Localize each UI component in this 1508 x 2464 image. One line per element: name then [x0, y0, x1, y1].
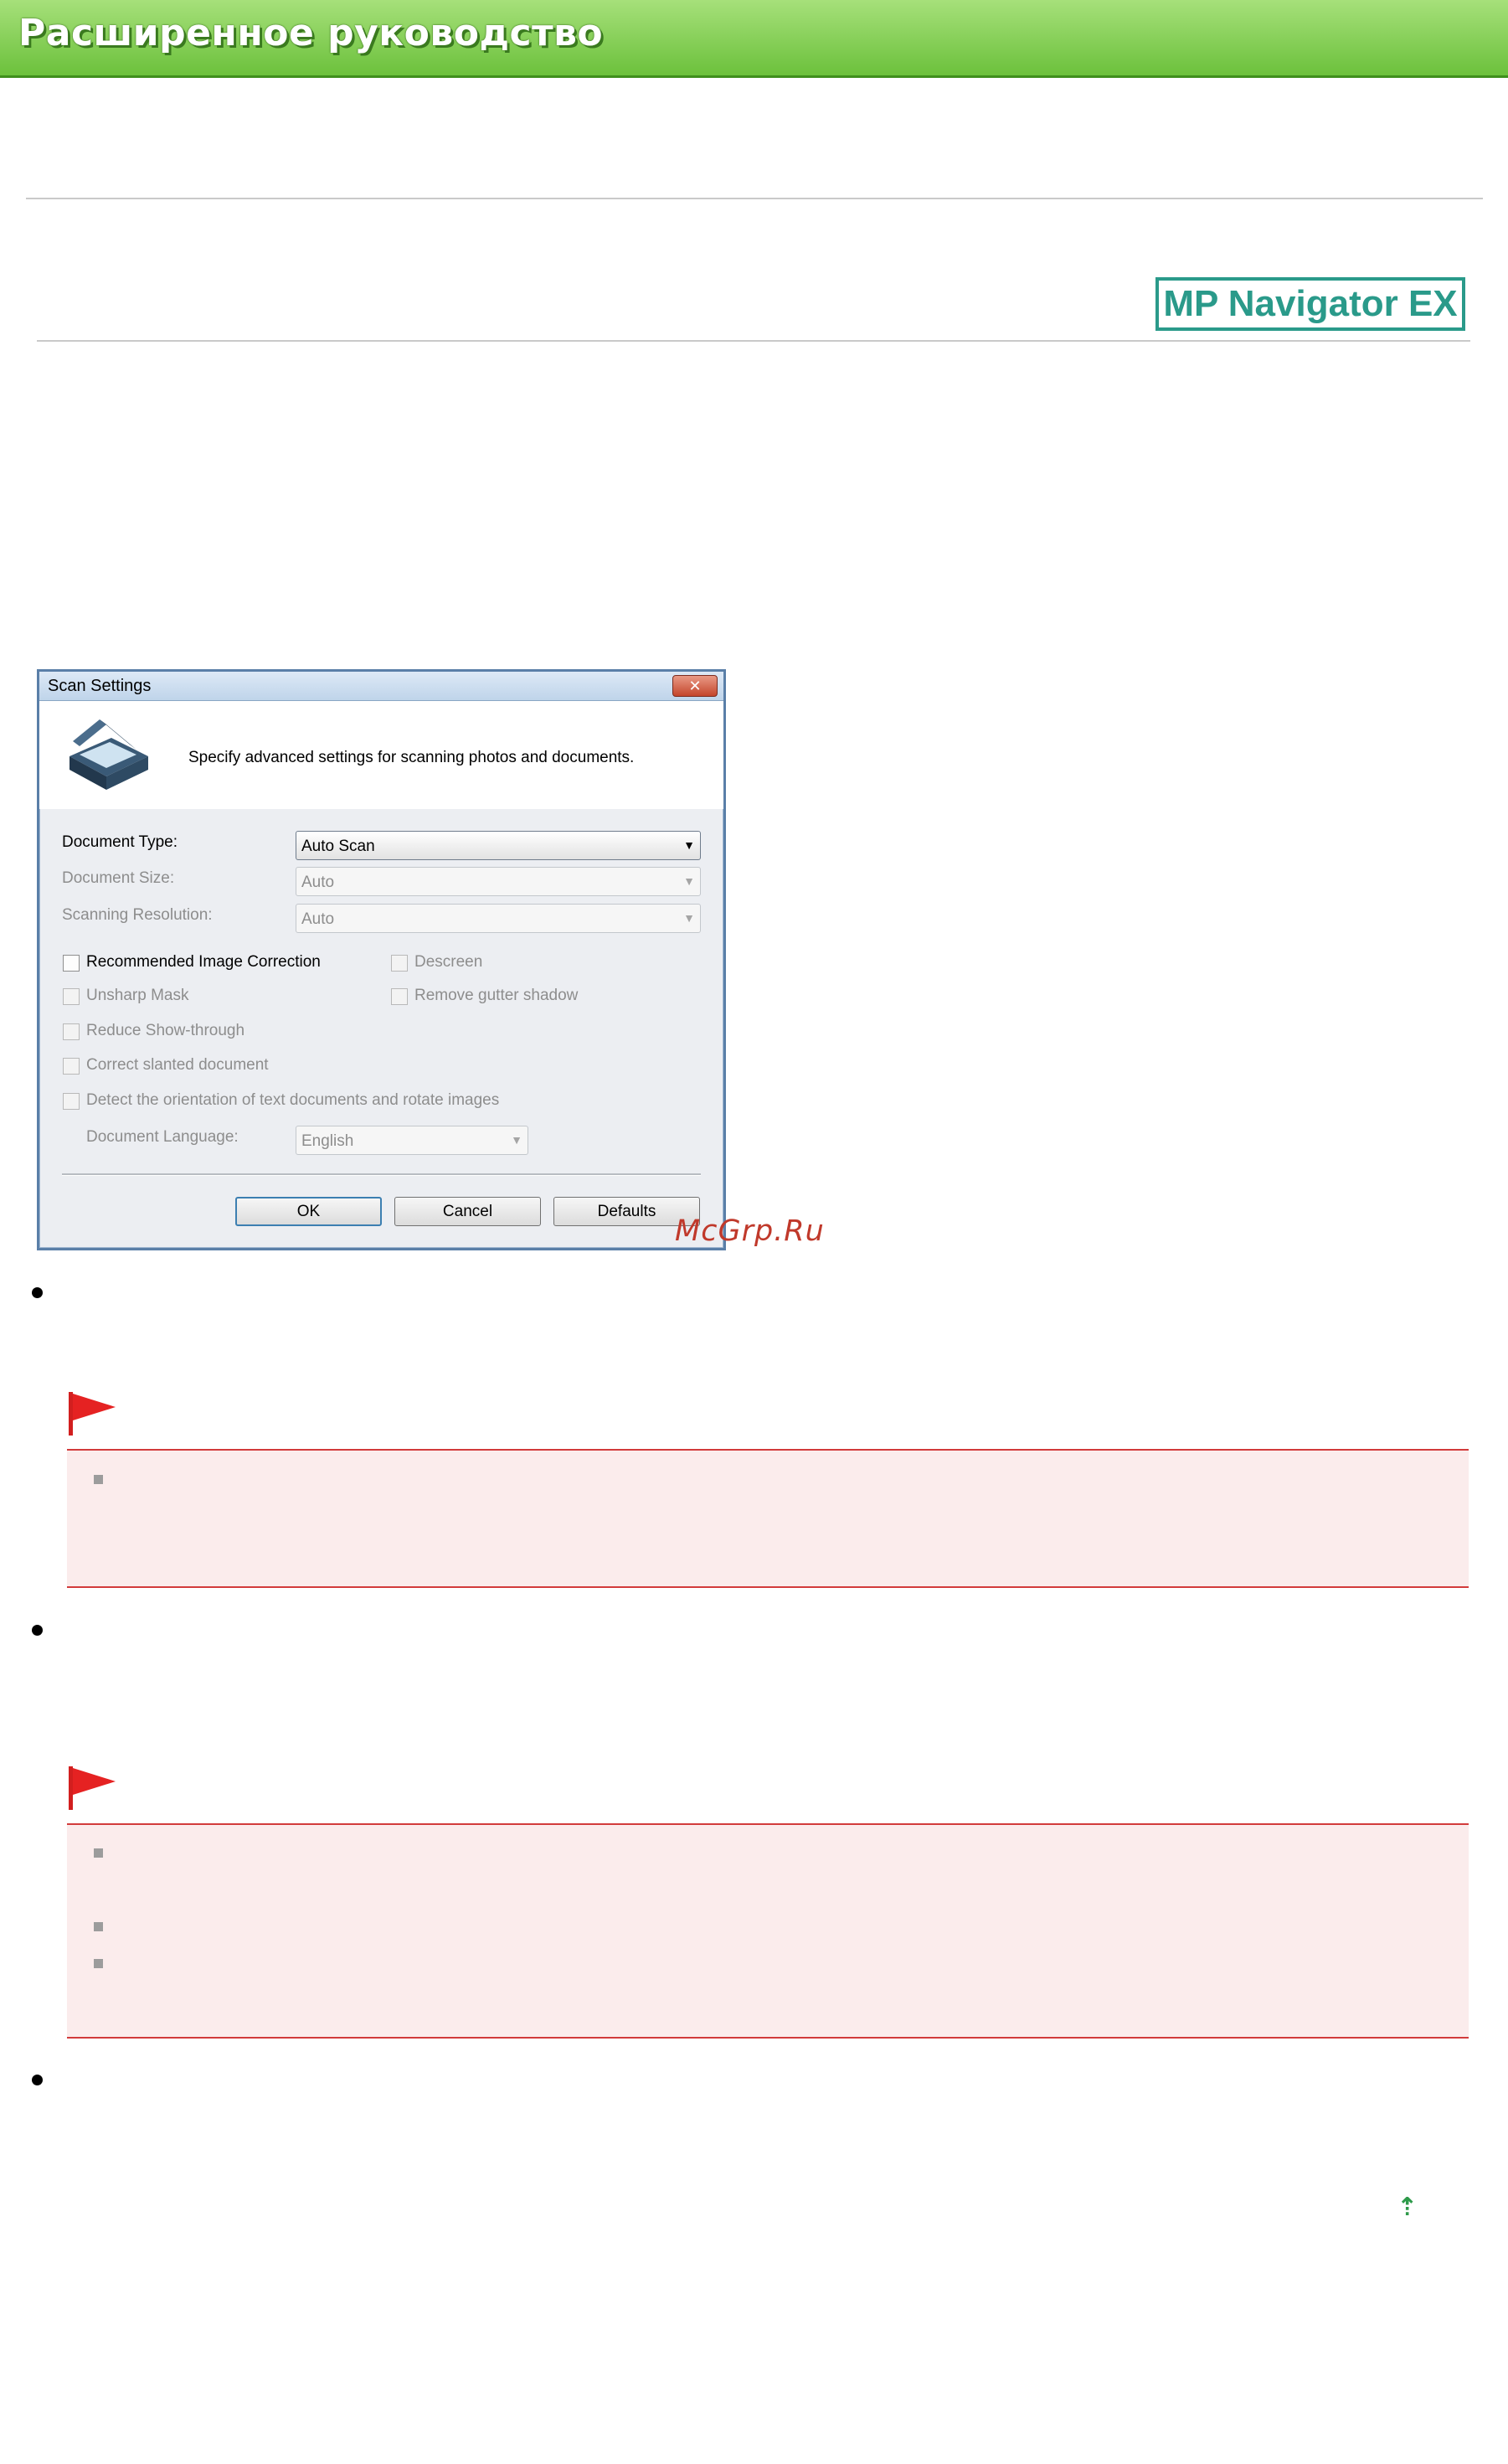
red-flag-icon — [69, 1766, 116, 1810]
document-size-value: Auto — [301, 874, 335, 891]
watermark: McGrp.Ru — [675, 1214, 825, 1248]
dialog-title: Scan Settings — [48, 677, 152, 695]
dialog-intro-text: Specify advanced settings for scanning p… — [188, 749, 635, 766]
detect-orientation-checkbox[interactable] — [63, 1093, 80, 1110]
document-language-select[interactable]: English ▼ — [296, 1126, 528, 1155]
scan-settings-dialog: Scan Settings ✕ Specify advanced setting… — [37, 669, 726, 1250]
descreen-checkbox[interactable] — [391, 955, 408, 972]
product-logo: MP Navigator EX — [1155, 277, 1465, 331]
document-type-value: Auto Scan — [301, 838, 375, 855]
close-button[interactable]: ✕ — [672, 675, 718, 697]
list-bullet — [32, 2075, 43, 2085]
chevron-down-icon: ▼ — [683, 911, 695, 925]
up-arrow-icon[interactable]: ⇡ — [1397, 2193, 1418, 2222]
correct-slanted-document-checkbox[interactable] — [63, 1058, 80, 1075]
chevron-down-icon: ▼ — [511, 1133, 522, 1147]
unsharp-mask-label: Unsharp Mask — [86, 987, 189, 1004]
cancel-button[interactable]: Cancel — [394, 1197, 541, 1226]
chevron-down-icon: ▼ — [683, 838, 695, 852]
reduce-show-through-label: Reduce Show-through — [86, 1022, 245, 1039]
document-size-select[interactable]: Auto ▼ — [296, 867, 701, 896]
scanning-resolution-select[interactable]: Auto ▼ — [296, 904, 701, 933]
important-note-box — [67, 1825, 1469, 2039]
remove-gutter-shadow-label: Remove gutter shadow — [414, 987, 579, 1004]
document-language-value: English — [301, 1132, 354, 1150]
detect-orientation-label: Detect the orientation of text documents… — [86, 1091, 500, 1109]
scanning-resolution-value: Auto — [301, 910, 335, 928]
divider-title — [37, 340, 1470, 342]
banner-title: Расширенное руководство — [18, 12, 604, 54]
scanning-resolution-label: Scanning Resolution: — [62, 906, 213, 924]
dialog-titlebar: Scan Settings ✕ — [39, 672, 723, 701]
remove-gutter-shadow-checkbox[interactable] — [391, 988, 408, 1005]
ok-button[interactable]: OK — [235, 1197, 382, 1226]
document-type-select[interactable]: Auto Scan ▼ — [296, 831, 701, 860]
note-bullet — [94, 1959, 103, 1968]
note-bullet — [94, 1922, 103, 1931]
divider-top — [26, 198, 1483, 199]
correct-slanted-document-label: Correct slanted document — [86, 1056, 269, 1074]
document-type-label: Document Type: — [62, 833, 178, 851]
list-bullet — [32, 1287, 43, 1298]
reduce-show-through-checkbox[interactable] — [63, 1023, 80, 1040]
chevron-down-icon: ▼ — [683, 874, 695, 888]
dialog-header: Specify advanced settings for scanning p… — [39, 701, 723, 809]
note-bullet — [94, 1475, 103, 1484]
descreen-label: Descreen — [414, 953, 483, 971]
recommended-image-correction-label: Recommended Image Correction — [86, 953, 321, 971]
list-bullet — [32, 1625, 43, 1636]
header-banner: Расширенное руководство — [0, 0, 1508, 78]
red-flag-icon — [69, 1392, 116, 1436]
important-note-box — [67, 1451, 1469, 1588]
unsharp-mask-checkbox[interactable] — [63, 988, 80, 1005]
recommended-image-correction-checkbox[interactable] — [63, 955, 80, 972]
dialog-separator — [62, 1173, 701, 1176]
document-language-label: Document Language: — [86, 1128, 239, 1146]
scanner-icon — [69, 719, 148, 790]
note-bullet — [94, 1848, 103, 1858]
document-size-label: Document Size: — [62, 869, 175, 887]
